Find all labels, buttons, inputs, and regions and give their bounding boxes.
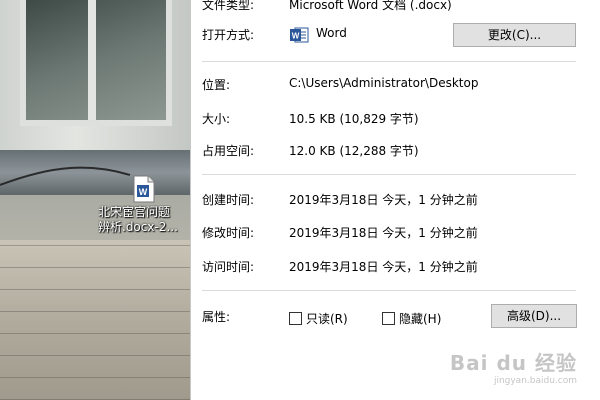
window-pane (20, 0, 172, 126)
size-on-disk-value: 12.0 KB (12,288 字节) (289, 144, 419, 158)
accessed-row: 访问时间: 2019年3月18日 今天，1 分钟之前 (191, 256, 600, 276)
desktop-file-label-line2: 辨析.docx-2... (98, 220, 178, 234)
size-on-disk-row: 占用空间: 12.0 KB (12,288 字节) (191, 140, 600, 160)
change-button[interactable]: 更改(C)... (453, 23, 576, 47)
watermark-url: jingyan.baidu.com (493, 376, 577, 386)
accessed-value: 2019年3月18日 今天，1 分钟之前 (289, 260, 478, 274)
file-type-label: 文件类型: (202, 0, 255, 12)
separator (202, 61, 576, 62)
readonly-checkbox-box[interactable] (289, 312, 302, 325)
readonly-checkbox-label: 只读(R) (306, 312, 348, 326)
svg-text:W: W (139, 187, 148, 197)
location-value: C:\Users\Administrator\Desktop (289, 76, 479, 90)
file-type-row: 文件类型: Microsoft Word 文档 (.docx) (191, 0, 600, 14)
word-document-icon: W (133, 175, 155, 203)
file-type-value: Microsoft Word 文档 (.docx) (289, 0, 452, 12)
accessed-label: 访问时间: (202, 260, 255, 274)
location-label: 位置: (202, 78, 231, 92)
desktop-file-label-line1: 北宋宦官问题 (98, 205, 171, 219)
word-app-icon: W (289, 25, 309, 45)
modified-value: 2019年3月18日 今天，1 分钟之前 (289, 226, 478, 240)
hidden-checkbox-box[interactable] (382, 312, 395, 325)
created-row: 创建时间: 2019年3月18日 今天，1 分钟之前 (191, 189, 600, 209)
separator (202, 174, 576, 175)
properties-panel: 文件类型: Microsoft Word 文档 (.docx) 打开方式: W … (190, 0, 600, 400)
size-on-disk-label: 占用空间: (202, 144, 255, 158)
created-label: 创建时间: (202, 193, 255, 207)
svg-text:W: W (292, 32, 300, 41)
window-mullion (88, 0, 96, 120)
size-label: 大小: (202, 112, 231, 126)
opens-with-app: Word (316, 26, 347, 40)
window-frame-photo (0, 0, 190, 150)
baidu-watermark: Bai du 经验 jingyan.baidu.com (450, 347, 577, 386)
separator (202, 290, 576, 291)
hidden-checkbox-label: 隐藏(H) (399, 312, 442, 326)
modified-label: 修改时间: (202, 226, 255, 240)
hidden-checkbox[interactable]: 隐藏(H) (382, 310, 441, 327)
size-row: 大小: 10.5 KB (10,829 字节) (191, 108, 600, 128)
brick-wall (0, 240, 190, 400)
watermark-brand: Bai du 经验 (449, 351, 577, 375)
readonly-checkbox[interactable]: 只读(R) (289, 310, 348, 327)
advanced-button[interactable]: 高级(D)... (491, 304, 577, 328)
opens-with-label: 打开方式: (202, 28, 255, 42)
desktop-background: W 北宋宦官问题 辨析.docx-2... (0, 0, 190, 400)
created-value: 2019年3月18日 今天，1 分钟之前 (289, 193, 478, 207)
location-row: 位置: C:\Users\Administrator\Desktop (191, 74, 600, 94)
attributes-label: 属性: (202, 310, 231, 324)
size-value: 10.5 KB (10,829 字节) (289, 112, 419, 126)
desktop-file-item[interactable]: W 北宋宦官问题 辨析.docx-2... (98, 175, 190, 235)
modified-row: 修改时间: 2019年3月18日 今天，1 分钟之前 (191, 222, 600, 242)
